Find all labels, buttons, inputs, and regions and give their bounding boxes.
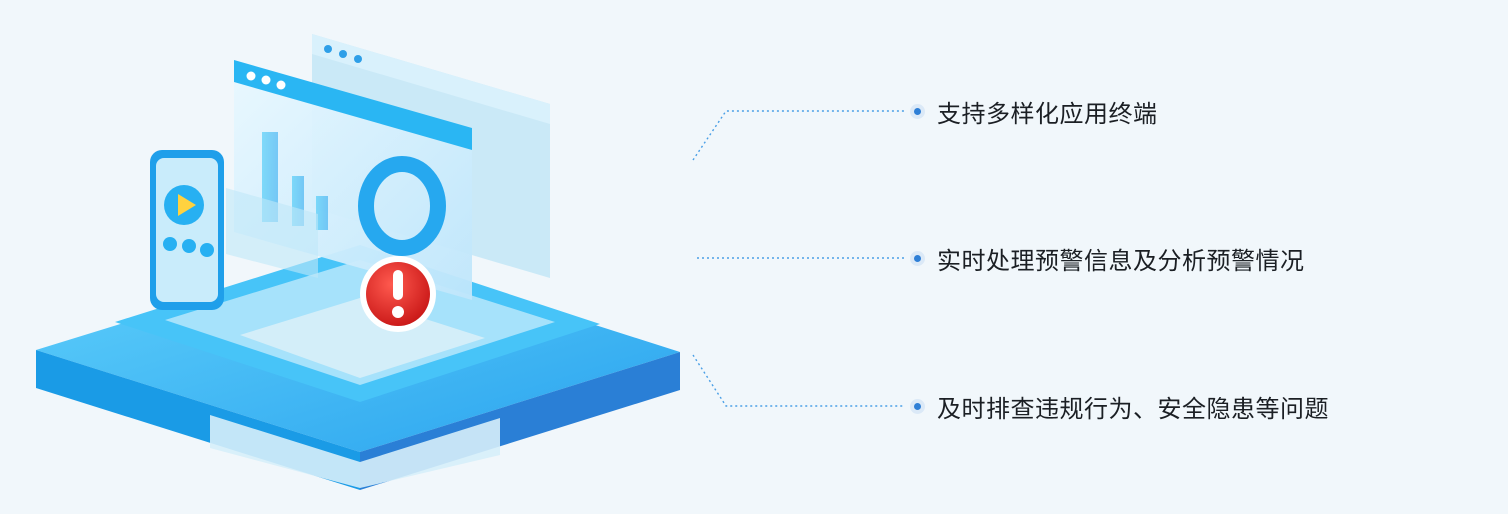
connector-line-1 (692, 110, 905, 161)
connector-line-3 (692, 354, 905, 407)
connector-lines (692, 110, 905, 407)
